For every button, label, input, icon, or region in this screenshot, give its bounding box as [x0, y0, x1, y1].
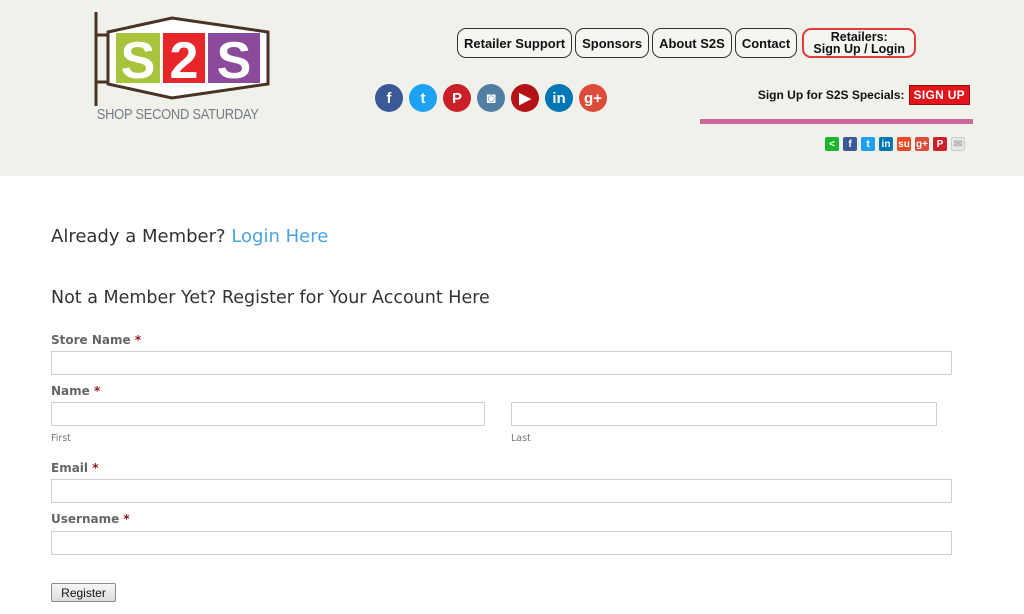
social-links: f t P ◙ ▶ in g+ [375, 84, 607, 112]
register-heading: Not a Member Yet? Register for Your Acco… [51, 288, 490, 308]
nav-about-s2s[interactable]: About S2S [652, 28, 732, 58]
share-twitter-icon[interactable]: t [861, 137, 875, 151]
logo-tagline: SHOP SECOND SATURDAY [96, 106, 259, 123]
username-input[interactable] [51, 531, 952, 555]
share-icon[interactable]: < [825, 137, 839, 151]
login-link[interactable]: Login Here [231, 226, 328, 247]
name-label: Name * [51, 384, 101, 398]
pinterest-icon[interactable]: P [443, 84, 471, 112]
svg-text:2: 2 [170, 32, 199, 90]
site-header: S 2 S SHOP SECOND SATURDAY Retailer Supp… [0, 0, 1024, 176]
specials-signup: Sign Up for S2S Specials: SIGN UP [758, 85, 970, 105]
share-stumbleupon-icon[interactable]: su [897, 137, 911, 151]
already-member: Already a Member? Login Here [51, 226, 328, 247]
share-google-plus-icon[interactable]: g+ [915, 137, 929, 151]
register-button[interactable]: Register [51, 583, 116, 602]
nav-sponsors[interactable]: Sponsors [575, 28, 650, 58]
already-member-text: Already a Member? [51, 226, 226, 247]
twitter-icon[interactable]: t [409, 84, 437, 112]
nav-contact[interactable]: Contact [734, 28, 798, 58]
last-name-input[interactable] [511, 402, 937, 426]
email-input[interactable] [51, 479, 952, 503]
share-pinterest-icon[interactable]: P [933, 137, 947, 151]
share-bar: < f t in su g+ P ✉ [825, 137, 965, 151]
store-name-input[interactable] [51, 351, 952, 375]
last-sublabel: Last [511, 433, 531, 444]
share-email-icon[interactable]: ✉ [951, 137, 965, 151]
instagram-icon[interactable]: ◙ [477, 84, 505, 112]
google-plus-icon[interactable]: g+ [579, 84, 607, 112]
email-label: Email * [51, 461, 99, 475]
nav-retailer-support[interactable]: Retailer Support [457, 28, 573, 58]
store-name-label: Store Name * [51, 333, 142, 347]
username-label: Username * [51, 512, 130, 526]
share-linkedin-icon[interactable]: in [879, 137, 893, 151]
signup-button[interactable]: SIGN UP [908, 85, 970, 105]
facebook-icon[interactable]: f [375, 84, 403, 112]
youtube-icon[interactable]: ▶ [511, 84, 539, 112]
svg-text:S: S [121, 32, 156, 90]
divider [700, 119, 973, 124]
first-name-input[interactable] [51, 402, 485, 426]
linkedin-icon[interactable]: in [545, 84, 573, 112]
svg-text:S: S [217, 32, 252, 90]
retailers-signup-login-button[interactable]: Retailers: Sign Up / Login [802, 28, 917, 58]
specials-label: Sign Up for S2S Specials: [757, 88, 905, 102]
first-sublabel: First [51, 433, 71, 444]
share-facebook-icon[interactable]: f [843, 137, 857, 151]
main-nav: Retailer Support Sponsors About S2S Cont… [457, 28, 917, 58]
signup-login-label: Sign Up / Login [813, 42, 906, 56]
